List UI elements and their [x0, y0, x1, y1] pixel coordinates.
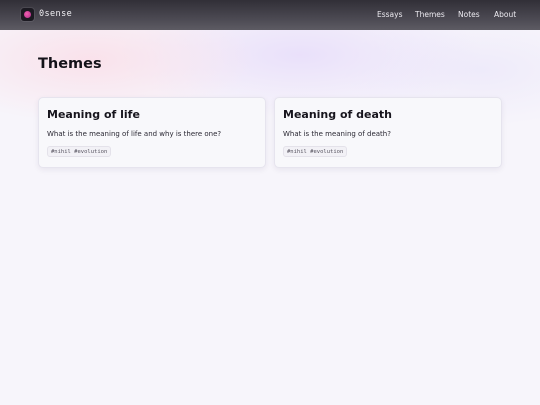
card-tags: #nihil #evolution [47, 146, 112, 157]
nav-item-notes[interactable]: Notes [458, 10, 480, 20]
card-tags: #nihil #evolution [283, 146, 348, 157]
main-nav: Essays Themes Notes About [0, 10, 540, 20]
card-title[interactable]: Meaning of life [47, 108, 140, 122]
nav-item-themes[interactable]: Themes [415, 10, 445, 20]
page-title: Themes [38, 56, 102, 72]
theme-card-life[interactable]: Meaning of life What is the meaning of l… [38, 97, 266, 168]
card-description: What is the meaning of death? [283, 130, 391, 138]
nav-item-essays[interactable]: Essays [377, 10, 403, 20]
theme-card-death[interactable]: Meaning of death What is the meaning of … [274, 97, 502, 168]
card-title[interactable]: Meaning of death [283, 108, 392, 122]
site-header: 0sense Essays Themes Notes About [0, 0, 540, 30]
nav-item-about[interactable]: About [494, 10, 516, 20]
card-description: What is the meaning of life and why is t… [47, 130, 222, 138]
